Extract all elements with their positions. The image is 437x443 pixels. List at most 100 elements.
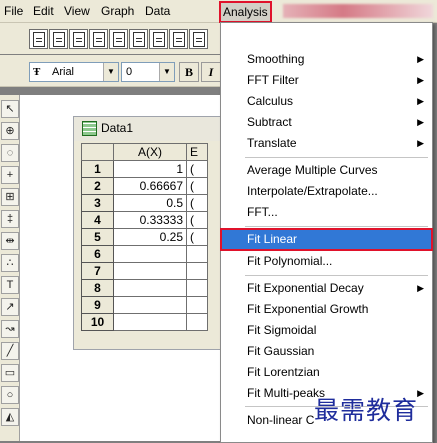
- data-reader-icon[interactable]: ⊞: [1, 188, 19, 206]
- menu-item-label: Non-linear C: [247, 413, 315, 427]
- menu-file[interactable]: File: [4, 3, 23, 19]
- new-layout-icon[interactable]: [129, 29, 148, 49]
- chevron-down-icon[interactable]: ▼: [159, 63, 174, 81]
- cell[interactable]: 0.25: [113, 228, 187, 246]
- menu-view[interactable]: View: [64, 3, 90, 19]
- arrow-tool-icon[interactable]: ↗: [1, 298, 19, 316]
- chevron-down-icon[interactable]: ▼: [103, 63, 118, 81]
- zoom-icon[interactable]: ⊕: [1, 122, 19, 140]
- menu-item-fit-linear[interactable]: Fit Linear: [220, 228, 433, 251]
- row-header[interactable]: 2: [81, 177, 114, 195]
- cell[interactable]: (: [186, 211, 208, 229]
- menu-item-average-multiple-curves[interactable]: Average Multiple Curves: [221, 160, 432, 181]
- menu-item-label: Fit Sigmoidal: [247, 323, 317, 337]
- font-size-select[interactable]: 0 ▼: [121, 62, 175, 82]
- cell[interactable]: (: [186, 160, 208, 178]
- menu-item-interpolate[interactable]: Interpolate/Extrapolate...: [221, 181, 432, 202]
- cell[interactable]: [113, 245, 187, 263]
- menu-item-fit-exponential-growth[interactable]: Fit Exponential Growth: [221, 299, 432, 320]
- pointer-icon[interactable]: ↖: [1, 100, 19, 118]
- menu-item-label: Smoothing: [247, 52, 305, 66]
- cell[interactable]: (: [186, 177, 208, 195]
- new-worksheet-icon[interactable]: [49, 29, 68, 49]
- italic-button[interactable]: I: [201, 62, 221, 82]
- new-function-icon[interactable]: [169, 29, 188, 49]
- cell[interactable]: 0.33333: [113, 211, 187, 229]
- analysis-menu: Smoothing ▶ FFT Filter ▶ Calculus ▶ Subtrac…: [220, 22, 433, 443]
- menu-item-translate[interactable]: Translate ▶: [221, 133, 432, 154]
- menu-item-calculus[interactable]: Calculus ▶: [221, 91, 432, 112]
- menu-data[interactable]: Data: [145, 3, 170, 19]
- cell[interactable]: 0.66667: [113, 177, 187, 195]
- menu-item-fit-lorentzian[interactable]: Fit Lorentzian: [221, 362, 432, 383]
- menu-item-label: Fit Exponential Growth: [247, 302, 369, 316]
- new-notes-icon[interactable]: [149, 29, 168, 49]
- zoom-out-icon[interactable]: ◌: [1, 144, 19, 162]
- cell[interactable]: [113, 279, 187, 297]
- cell[interactable]: [113, 296, 187, 314]
- draw-data-icon[interactable]: ∴: [1, 254, 19, 272]
- column-header-a[interactable]: A(X): [113, 143, 187, 161]
- menu-item-label: Calculus: [247, 94, 294, 108]
- menu-edit[interactable]: Edit: [33, 3, 54, 19]
- curved-arrow-icon[interactable]: ↝: [1, 320, 19, 338]
- row-header[interactable]: 5: [81, 228, 114, 246]
- row-header[interactable]: 9: [81, 296, 114, 314]
- cell[interactable]: (: [186, 194, 208, 212]
- text-tool-icon[interactable]: T: [1, 276, 19, 294]
- new-graph-icon[interactable]: [69, 29, 88, 49]
- table-row: 7: [81, 262, 208, 280]
- row-header[interactable]: 1: [81, 160, 114, 178]
- cell[interactable]: [113, 313, 187, 331]
- cell[interactable]: 0.5: [113, 194, 187, 212]
- new-matrix-icon[interactable]: [89, 29, 108, 49]
- new-excel-icon[interactable]: [109, 29, 128, 49]
- mask-icon[interactable]: ⇹: [1, 232, 19, 250]
- cell[interactable]: [186, 262, 208, 280]
- circle-tool-icon[interactable]: ○: [1, 386, 19, 404]
- menu-item-fft[interactable]: FFT...: [221, 202, 432, 223]
- column-header-b[interactable]: E: [186, 143, 208, 161]
- cell[interactable]: 1: [113, 160, 187, 178]
- row-header[interactable]: 8: [81, 279, 114, 297]
- row-header[interactable]: 3: [81, 194, 114, 212]
- worksheet-titlebar[interactable]: Data1: [74, 117, 224, 141]
- cell[interactable]: [186, 296, 208, 314]
- new-document-icon[interactable]: [29, 29, 48, 49]
- menu-graph[interactable]: Graph: [101, 3, 134, 19]
- menu-item-label: FFT...: [247, 205, 278, 219]
- row-header[interactable]: 10: [81, 313, 114, 331]
- data-selector-icon[interactable]: ‡: [1, 210, 19, 228]
- submenu-arrow-icon: ▶: [417, 54, 424, 64]
- row-header[interactable]: 7: [81, 262, 114, 280]
- table-row: 10: [81, 313, 208, 331]
- table-row: 2 0.66667(: [81, 177, 208, 195]
- menu-item-fft-filter[interactable]: FFT Filter ▶: [221, 70, 432, 91]
- font-name-select[interactable]: Ŧ Arial ▼: [29, 62, 119, 82]
- open-template-icon[interactable]: [189, 29, 208, 49]
- row-header[interactable]: 4: [81, 211, 114, 229]
- cell[interactable]: (: [186, 228, 208, 246]
- menu-item-subtract[interactable]: Subtract ▶: [221, 112, 432, 133]
- bold-button[interactable]: B: [179, 62, 199, 82]
- menu-item-fit-polynomial[interactable]: Fit Polynomial...: [221, 251, 432, 272]
- worksheet-window: Data1 A(X) E 1 1( 2 0.66667( 3 0.5( 4 0.3333…: [73, 116, 225, 350]
- menu-item-fit-gaussian[interactable]: Fit Gaussian: [221, 341, 432, 362]
- cell[interactable]: [113, 262, 187, 280]
- polygon-tool-icon[interactable]: ◭: [1, 408, 19, 426]
- line-tool-icon[interactable]: ╱: [1, 342, 19, 360]
- table-row: 3 0.5(: [81, 194, 208, 212]
- menu-analysis[interactable]: Analysis: [219, 1, 272, 23]
- row-header[interactable]: 6: [81, 245, 114, 263]
- menu-item-smoothing[interactable]: Smoothing ▶: [221, 49, 432, 70]
- rectangle-tool-icon[interactable]: ▭: [1, 364, 19, 382]
- screen-reader-icon[interactable]: +: [1, 166, 19, 184]
- menu-item-fit-exponential-decay[interactable]: Fit Exponential Decay ▶: [221, 278, 432, 299]
- grid-corner[interactable]: [81, 143, 114, 161]
- cell[interactable]: [186, 245, 208, 263]
- cell[interactable]: [186, 279, 208, 297]
- cell[interactable]: [186, 313, 208, 331]
- table-row: 4 0.33333(: [81, 211, 208, 229]
- menu-item-fit-sigmoidal[interactable]: Fit Sigmoidal: [221, 320, 432, 341]
- menu-item-label: Subtract: [247, 115, 292, 129]
